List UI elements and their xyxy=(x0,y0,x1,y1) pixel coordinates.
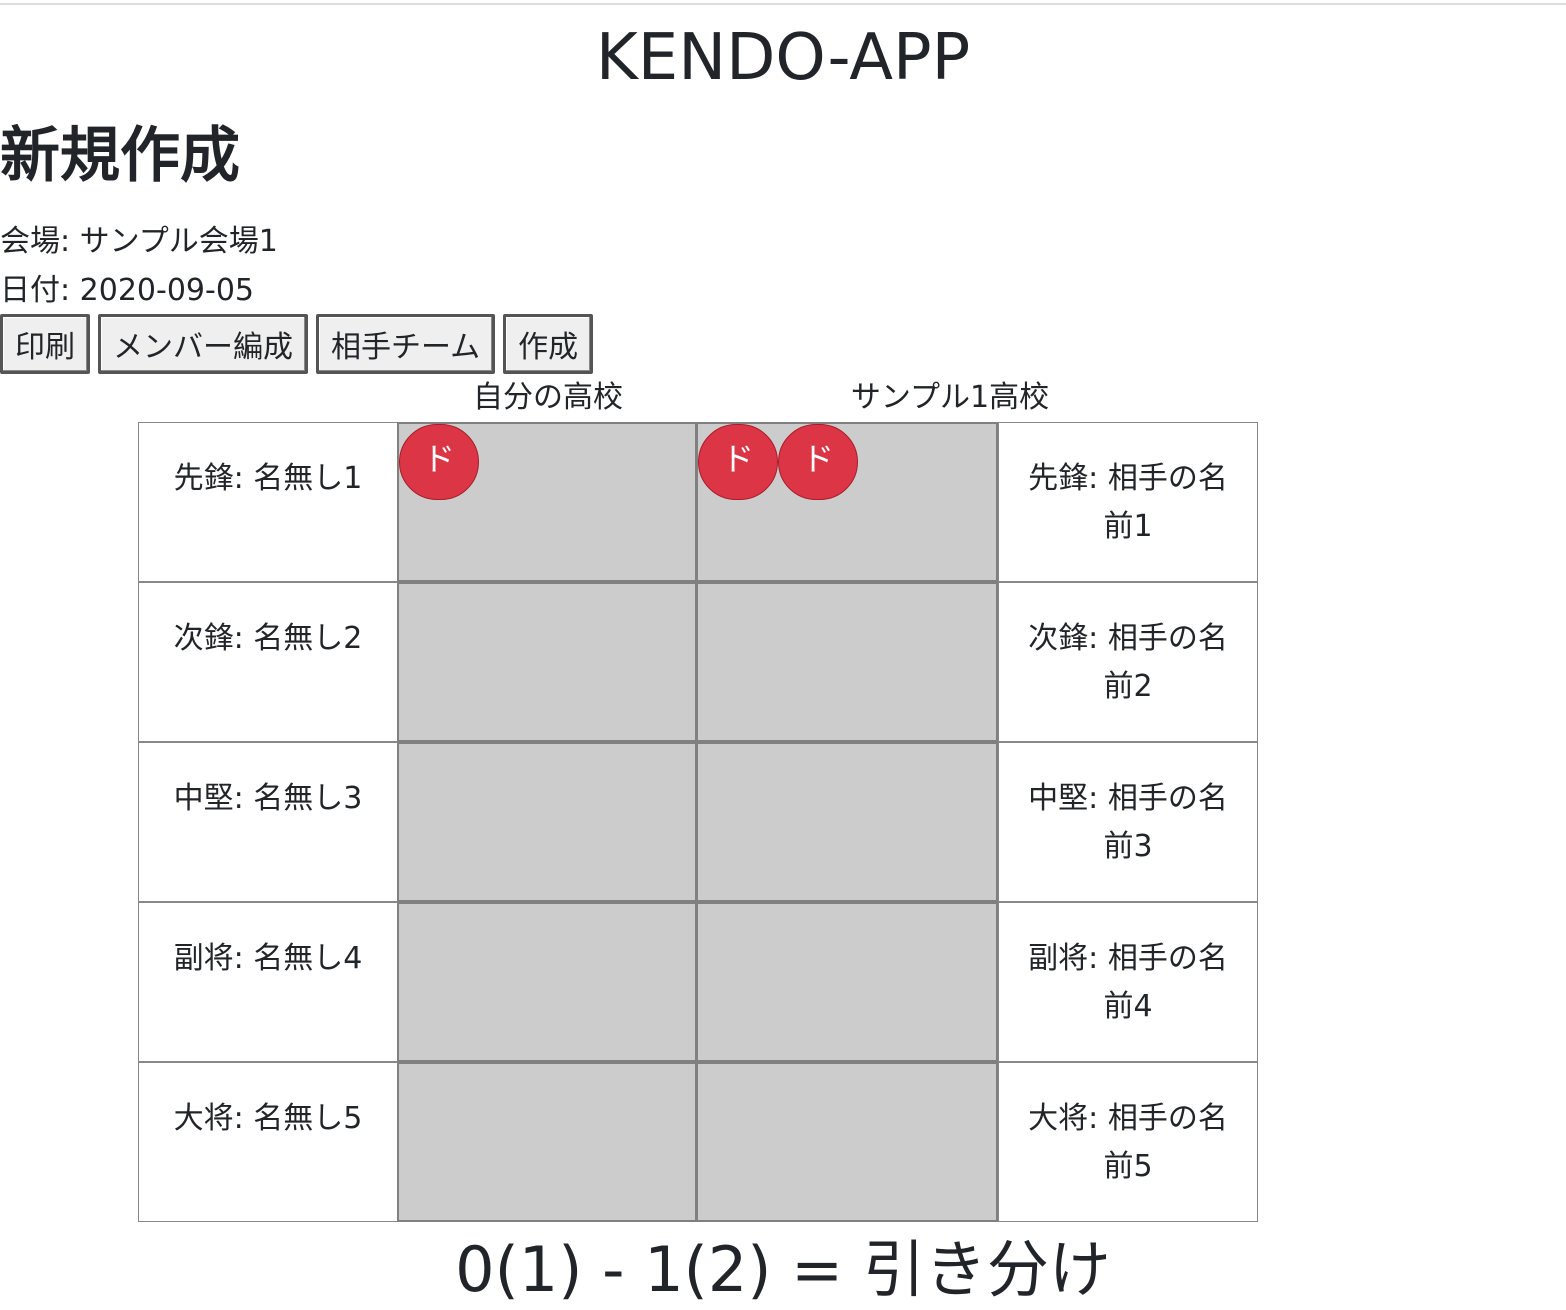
opponent-player-cell: 次鋒: 相手の名前2 xyxy=(998,582,1258,742)
opponent-player-name: 大将: 相手の名前5 xyxy=(1028,1101,1228,1184)
self-player-name: 先鋒: 名無し1 xyxy=(173,461,363,496)
opponent-team-name: サンプル1高校 xyxy=(850,380,1050,415)
create-button[interactable]: 作成 xyxy=(503,314,594,374)
opponent-player-cell: 中堅: 相手の名前3 xyxy=(998,742,1258,902)
self-score-cell[interactable] xyxy=(397,742,697,902)
toolbar: 印刷 メンバー編成 相手チーム 作成 xyxy=(0,314,594,374)
member-formation-button[interactable]: メンバー編成 xyxy=(98,314,308,374)
app-title: KENDO-APP xyxy=(595,21,971,95)
opponent-player-cell: 先鋒: 相手の名前1 xyxy=(998,422,1258,582)
self-player-cell: 副将: 名無し4 xyxy=(138,902,398,1062)
match-board: 先鋒: 名無し1 ド ド ド 先鋒: 相手の名前1 次鋒: 名無し2 次鋒: 相… xyxy=(138,422,1258,1222)
point-chip[interactable]: ド xyxy=(698,424,778,500)
match-row: 次鋒: 名無し2 次鋒: 相手の名前2 xyxy=(138,582,1258,742)
opponent-team-button[interactable]: 相手チーム xyxy=(316,314,496,374)
opponent-score-cell[interactable] xyxy=(696,742,998,902)
self-player-cell: 先鋒: 名無し1 xyxy=(138,422,398,582)
self-player-name: 次鋒: 名無し2 xyxy=(173,621,363,656)
self-score-cell[interactable]: ド xyxy=(397,422,697,582)
self-team-name: 自分の高校 xyxy=(473,380,623,415)
self-player-cell: 次鋒: 名無し2 xyxy=(138,582,398,742)
self-score-cell[interactable] xyxy=(397,1062,697,1222)
page-title: 新規作成 xyxy=(0,121,240,191)
self-score-cell[interactable] xyxy=(397,582,697,742)
opponent-player-name: 中堅: 相手の名前3 xyxy=(1028,781,1228,864)
print-button[interactable]: 印刷 xyxy=(0,314,90,374)
self-player-name: 中堅: 名無し3 xyxy=(173,781,363,816)
match-result: 0(1) - 1(2) = 引き分け xyxy=(455,1233,1111,1306)
opponent-player-cell: 大将: 相手の名前5 xyxy=(998,1062,1258,1222)
opponent-player-cell: 副将: 相手の名前4 xyxy=(998,902,1258,1062)
venue-info: 会場: サンプル会場1 xyxy=(0,224,278,259)
opponent-score-cell[interactable]: ド ド xyxy=(696,422,998,582)
self-player-cell: 中堅: 名無し3 xyxy=(138,742,398,902)
self-player-name: 副将: 名無し4 xyxy=(173,941,363,976)
self-player-cell: 大将: 名無し5 xyxy=(138,1062,398,1222)
date-info: 日付: 2020-09-05 xyxy=(0,273,254,308)
self-score-cell[interactable] xyxy=(397,902,697,1062)
opponent-score-cell[interactable] xyxy=(696,1062,998,1222)
opponent-player-name: 次鋒: 相手の名前2 xyxy=(1028,621,1228,704)
match-row: 大将: 名無し5 大将: 相手の名前5 xyxy=(138,1062,1258,1222)
point-chip[interactable]: ド xyxy=(399,424,479,500)
point-chip[interactable]: ド xyxy=(778,424,858,500)
match-row: 中堅: 名無し3 中堅: 相手の名前3 xyxy=(138,742,1258,902)
opponent-player-name: 副将: 相手の名前4 xyxy=(1028,941,1228,1024)
self-player-name: 大将: 名無し5 xyxy=(173,1101,363,1136)
opponent-score-cell[interactable] xyxy=(696,902,998,1062)
match-row: 先鋒: 名無し1 ド ド ド 先鋒: 相手の名前1 xyxy=(138,422,1258,582)
opponent-player-name: 先鋒: 相手の名前1 xyxy=(1028,461,1228,544)
match-row: 副将: 名無し4 副将: 相手の名前4 xyxy=(138,902,1258,1062)
top-divider xyxy=(0,3,1566,5)
opponent-score-cell[interactable] xyxy=(696,582,998,742)
